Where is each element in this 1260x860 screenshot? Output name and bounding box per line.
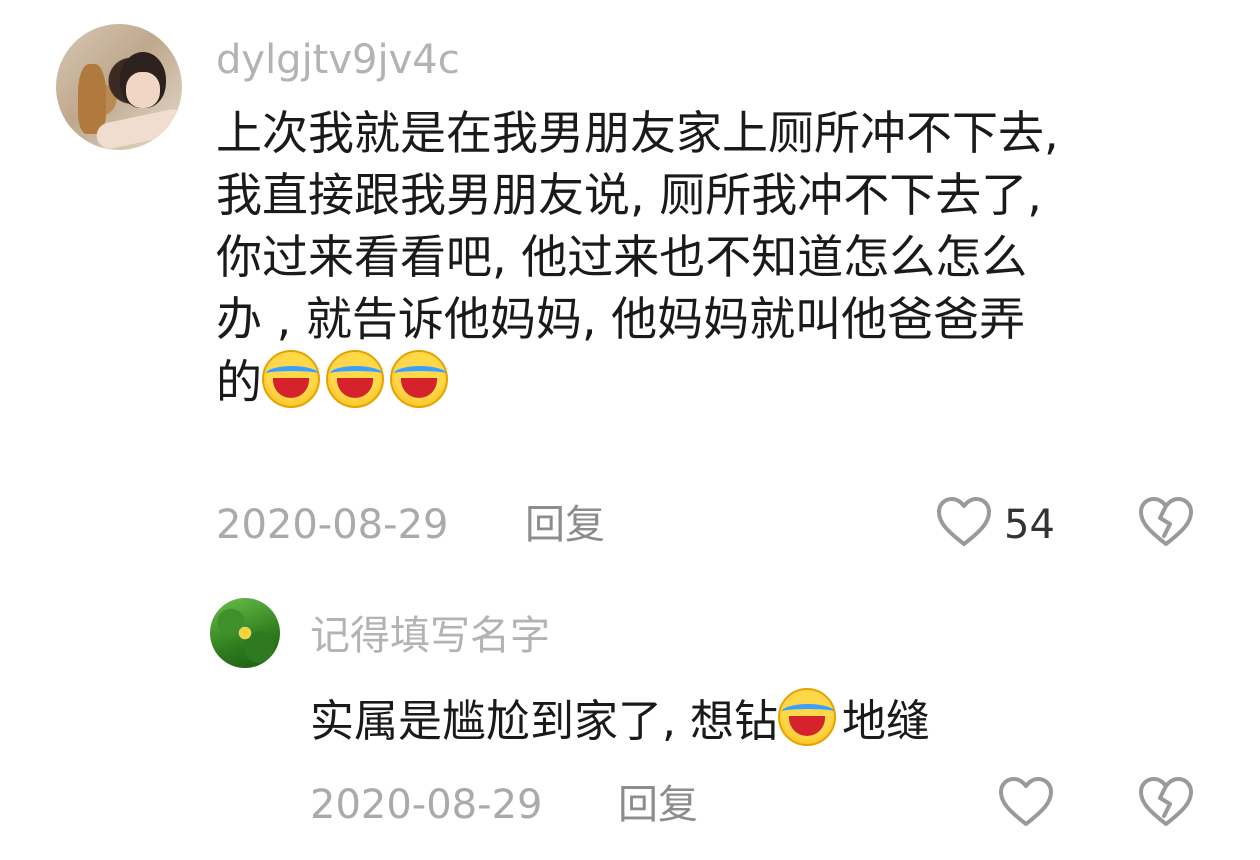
reply-username[interactable]: 记得填写名字 [310, 616, 550, 656]
reply-body: 实属是尴尬到家了, 想钻 地缝 [310, 688, 930, 752]
like-count: 54 [1004, 502, 1055, 548]
replier-avatar[interactable] [210, 598, 280, 668]
dislike-button[interactable] [1138, 496, 1194, 552]
like-button[interactable] [936, 496, 992, 552]
comment-line: 我直接跟我男朋友说, 厕所我冲不下去了, [216, 168, 1042, 222]
comment-line: 上次我就是在我男朋友家上厕所冲不下去, [216, 106, 1059, 160]
comment-date: 2020-08-29 [216, 502, 449, 548]
facepalm-laugh-emoji-icon [262, 350, 320, 408]
comment-line-last: 的 [216, 350, 1059, 413]
avatar-face-shape [126, 72, 160, 108]
reply-like-button[interactable] [998, 776, 1054, 832]
broken-heart-icon [1139, 777, 1193, 826]
broken-heart-icon [1139, 497, 1193, 546]
reply-date: 2020-08-29 [310, 782, 543, 828]
comment-username[interactable]: dylgjtv9jv4c [216, 40, 460, 80]
facepalm-laugh-emoji-icon [326, 350, 384, 408]
commenter-avatar[interactable] [56, 24, 182, 150]
avatar-flower-center [239, 627, 251, 639]
heart-outline-icon [999, 777, 1053, 826]
facepalm-laugh-emoji-icon [777, 688, 836, 746]
comment-line: 办 , 就告诉他妈妈, 他妈妈就叫他爸爸弄 [216, 292, 1026, 346]
comment-line: 的 [216, 355, 262, 409]
comment-line: 你过来看看吧, 他过来也不知道怎么怎么 [216, 230, 1028, 284]
heart-outline-icon [937, 497, 991, 546]
reply-text-before: 实属是尴尬到家了, 想钻 [310, 696, 778, 747]
avatar-arm-shape [94, 106, 182, 150]
reply-text-after: 地缝 [841, 696, 930, 747]
comment-body: 上次我就是在我男朋友家上厕所冲不下去, 我直接跟我男朋友说, 厕所我冲不下去了,… [216, 102, 1059, 413]
facepalm-laugh-emoji-icon [390, 350, 448, 408]
reply-dislike-button[interactable] [1138, 776, 1194, 832]
reply-reply-button[interactable]: 回复 [618, 785, 698, 825]
comment-reply-button[interactable]: 回复 [525, 505, 605, 545]
avatar-cat-shape [78, 64, 106, 134]
